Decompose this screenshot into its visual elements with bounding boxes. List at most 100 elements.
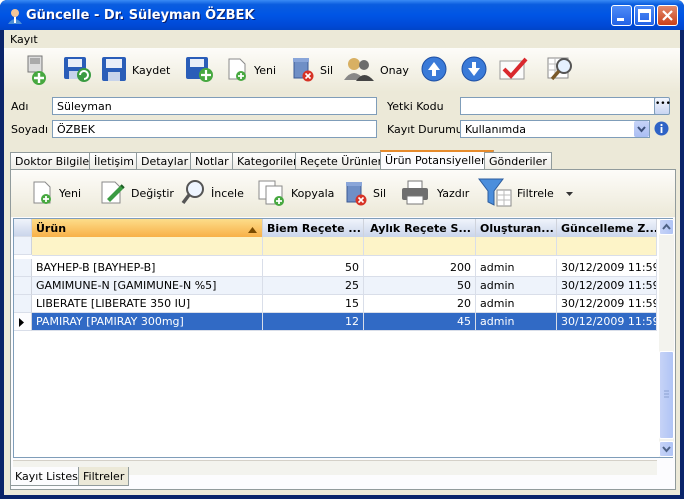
grid-filter-row[interactable]	[14, 237, 657, 256]
grid-print-button[interactable]: Yazdır	[399, 174, 469, 212]
move-up-button[interactable]	[420, 51, 448, 89]
tab-kategoriler[interactable]: Kategoriler	[232, 152, 303, 169]
row-indicator	[14, 277, 32, 295]
grid-print-label: Yazdır	[437, 186, 470, 200]
ellipsis-icon: •••	[655, 99, 671, 109]
scroll-down-button[interactable]	[659, 441, 674, 457]
filter-cell[interactable]	[557, 237, 657, 256]
arrow-down-icon	[460, 55, 488, 86]
approve-button[interactable]: Onay	[342, 51, 409, 89]
grid-edit-button[interactable]: Değiştir	[99, 174, 174, 212]
column-header-olusturan[interactable]: Oluşturan...	[476, 219, 557, 237]
table-row[interactable]: LIBERATE [LIBERATE 350 IU] 15 20 admin 3…	[14, 295, 657, 313]
approve-label: Onay	[380, 63, 409, 77]
save-icon	[100, 54, 128, 87]
tab-urun-potansiyelleri[interactable]: Ürün Potansiyelleri	[380, 150, 494, 170]
grid-filter-label: Filtrele	[517, 186, 554, 200]
kayit-durumu-dropdown-button[interactable]	[634, 121, 649, 137]
vertical-scrollbar[interactable]	[659, 219, 674, 457]
table-row[interactable]: BAYHEP-B [BAYHEP-B] 50 200 admin 30/12/2…	[14, 259, 657, 277]
grid-filter-button[interactable]: Filtrele	[477, 174, 574, 212]
menu-item-kayit[interactable]: Kayıt	[10, 33, 38, 46]
grid-copy-label: Kopyala	[291, 186, 335, 200]
cell-biem-recete: 25	[263, 277, 364, 295]
users-approve-icon	[342, 54, 376, 87]
yetki-kodu-field[interactable]	[460, 97, 656, 115]
row-indicator	[14, 259, 32, 277]
cell-aylik-recete: 200	[364, 259, 476, 277]
title-bar[interactable]: Güncelle - Dr. Süleyman ÖZBEK	[0, 0, 684, 30]
check-button[interactable]	[498, 51, 530, 89]
save-add-icon	[184, 53, 214, 88]
grid-new-button[interactable]: Yeni	[31, 174, 81, 212]
filter-dropdown-icon[interactable]	[565, 187, 574, 200]
scroll-up-button[interactable]	[659, 219, 674, 235]
save-close-button[interactable]	[62, 51, 92, 89]
new-button[interactable]: Yeni	[226, 51, 276, 89]
cell-guncelleme: 30/12/2009 11:59	[557, 313, 657, 331]
cell-biem-recete: 15	[263, 295, 364, 313]
bottom-tab-strip: Kayıt Listesi Filtreler	[10, 467, 676, 486]
soyad-field[interactable]: ÖZBEK	[52, 120, 377, 138]
filter-cell[interactable]	[32, 237, 263, 256]
yetki-kodu-lookup-button[interactable]: •••	[654, 97, 671, 115]
tab-strip: Doktor Bilgileri İletişim Detaylar Notla…	[10, 150, 676, 170]
ad-field[interactable]: Süleyman	[52, 97, 377, 115]
tab-filtreler[interactable]: Filtreler	[78, 467, 130, 486]
tab-doktor-bilgileri[interactable]: Doktor Bilgileri	[10, 152, 102, 169]
move-down-button[interactable]	[460, 51, 488, 89]
grid-delete-label: Sil	[373, 186, 387, 200]
row-indicator	[14, 313, 32, 331]
cell-urun: PAMIRAY [PAMIRAY 300mg]	[32, 313, 263, 331]
doctor-icon	[7, 8, 23, 24]
cell-olusturan: admin	[476, 259, 557, 277]
magnifier-icon	[179, 177, 207, 210]
delete-icon	[290, 55, 316, 86]
tab-detaylar[interactable]: Detaylar	[136, 152, 194, 169]
minimize-button[interactable]	[611, 5, 632, 26]
table-row[interactable]: GAMIMUNE-N [GAMIMUNE-N %5] 25 50 admin 3…	[14, 277, 657, 295]
cell-olusturan: admin	[476, 277, 557, 295]
new-label: Yeni	[254, 63, 277, 77]
tab-notlar[interactable]: Notlar	[190, 152, 234, 169]
column-header-aylik-recete[interactable]: Aylık Reçete S...	[364, 219, 476, 237]
filter-cell[interactable]	[476, 237, 557, 256]
tab-gonderiler[interactable]: Gönderiler	[484, 152, 552, 169]
close-button[interactable]	[657, 5, 678, 26]
column-header-label: Ürün	[36, 222, 67, 235]
tab-kayit-listesi[interactable]: Kayıt Listesi	[10, 467, 86, 486]
column-header-guncelleme[interactable]: Güncelleme Z...	[557, 219, 657, 237]
kayit-durumu-select[interactable]: Kullanımda	[460, 120, 650, 138]
grid-delete-button[interactable]: Sil	[343, 174, 386, 212]
cell-guncelleme: 30/12/2009 11:59	[557, 259, 657, 277]
filter-cell[interactable]	[263, 237, 364, 256]
filter-row-indicator	[14, 237, 32, 255]
save-add-button[interactable]	[184, 51, 214, 89]
save-label: Kaydet	[132, 63, 171, 77]
record-form: Adı Süleyman Soyadı ÖZBEK Yetki Kodu •••…	[4, 92, 680, 152]
checkmark-icon	[498, 55, 530, 86]
save-button[interactable]: Kaydet	[100, 51, 170, 89]
soyad-label: Soyadı	[11, 123, 49, 136]
info-icon[interactable]	[654, 121, 669, 139]
grid-copy-button[interactable]: Kopyala	[257, 174, 334, 212]
printer-icon	[399, 177, 433, 210]
tab-iletisim[interactable]: İletişim	[89, 152, 139, 169]
column-header-urun[interactable]: Ürün	[32, 219, 263, 237]
table-row-selected[interactable]: PAMIRAY [PAMIRAY 300mg] 12 45 admin 30/1…	[14, 313, 657, 331]
cell-olusturan: admin	[476, 295, 557, 313]
search-zoom-button[interactable]	[546, 51, 578, 89]
column-header-biem-recete[interactable]: Biem Reçete ...	[263, 219, 364, 237]
chevron-down-icon	[634, 126, 649, 140]
grid-corner	[14, 219, 32, 237]
grid-inspect-button[interactable]: İncele	[179, 174, 244, 212]
ad-label: Adı	[11, 100, 29, 113]
kayit-durumu-label: Kayıt Durumu	[387, 123, 463, 136]
delete-button[interactable]: Sil	[290, 51, 333, 89]
filter-cell[interactable]	[364, 237, 476, 256]
tab-recete-urunleri[interactable]: Reçete Ürünleri	[295, 152, 391, 169]
add-record-button[interactable]	[24, 51, 50, 89]
maximize-button[interactable]	[634, 5, 655, 26]
cell-urun: GAMIMUNE-N [GAMIMUNE-N %5]	[32, 277, 263, 295]
scroll-thumb[interactable]	[659, 351, 674, 439]
